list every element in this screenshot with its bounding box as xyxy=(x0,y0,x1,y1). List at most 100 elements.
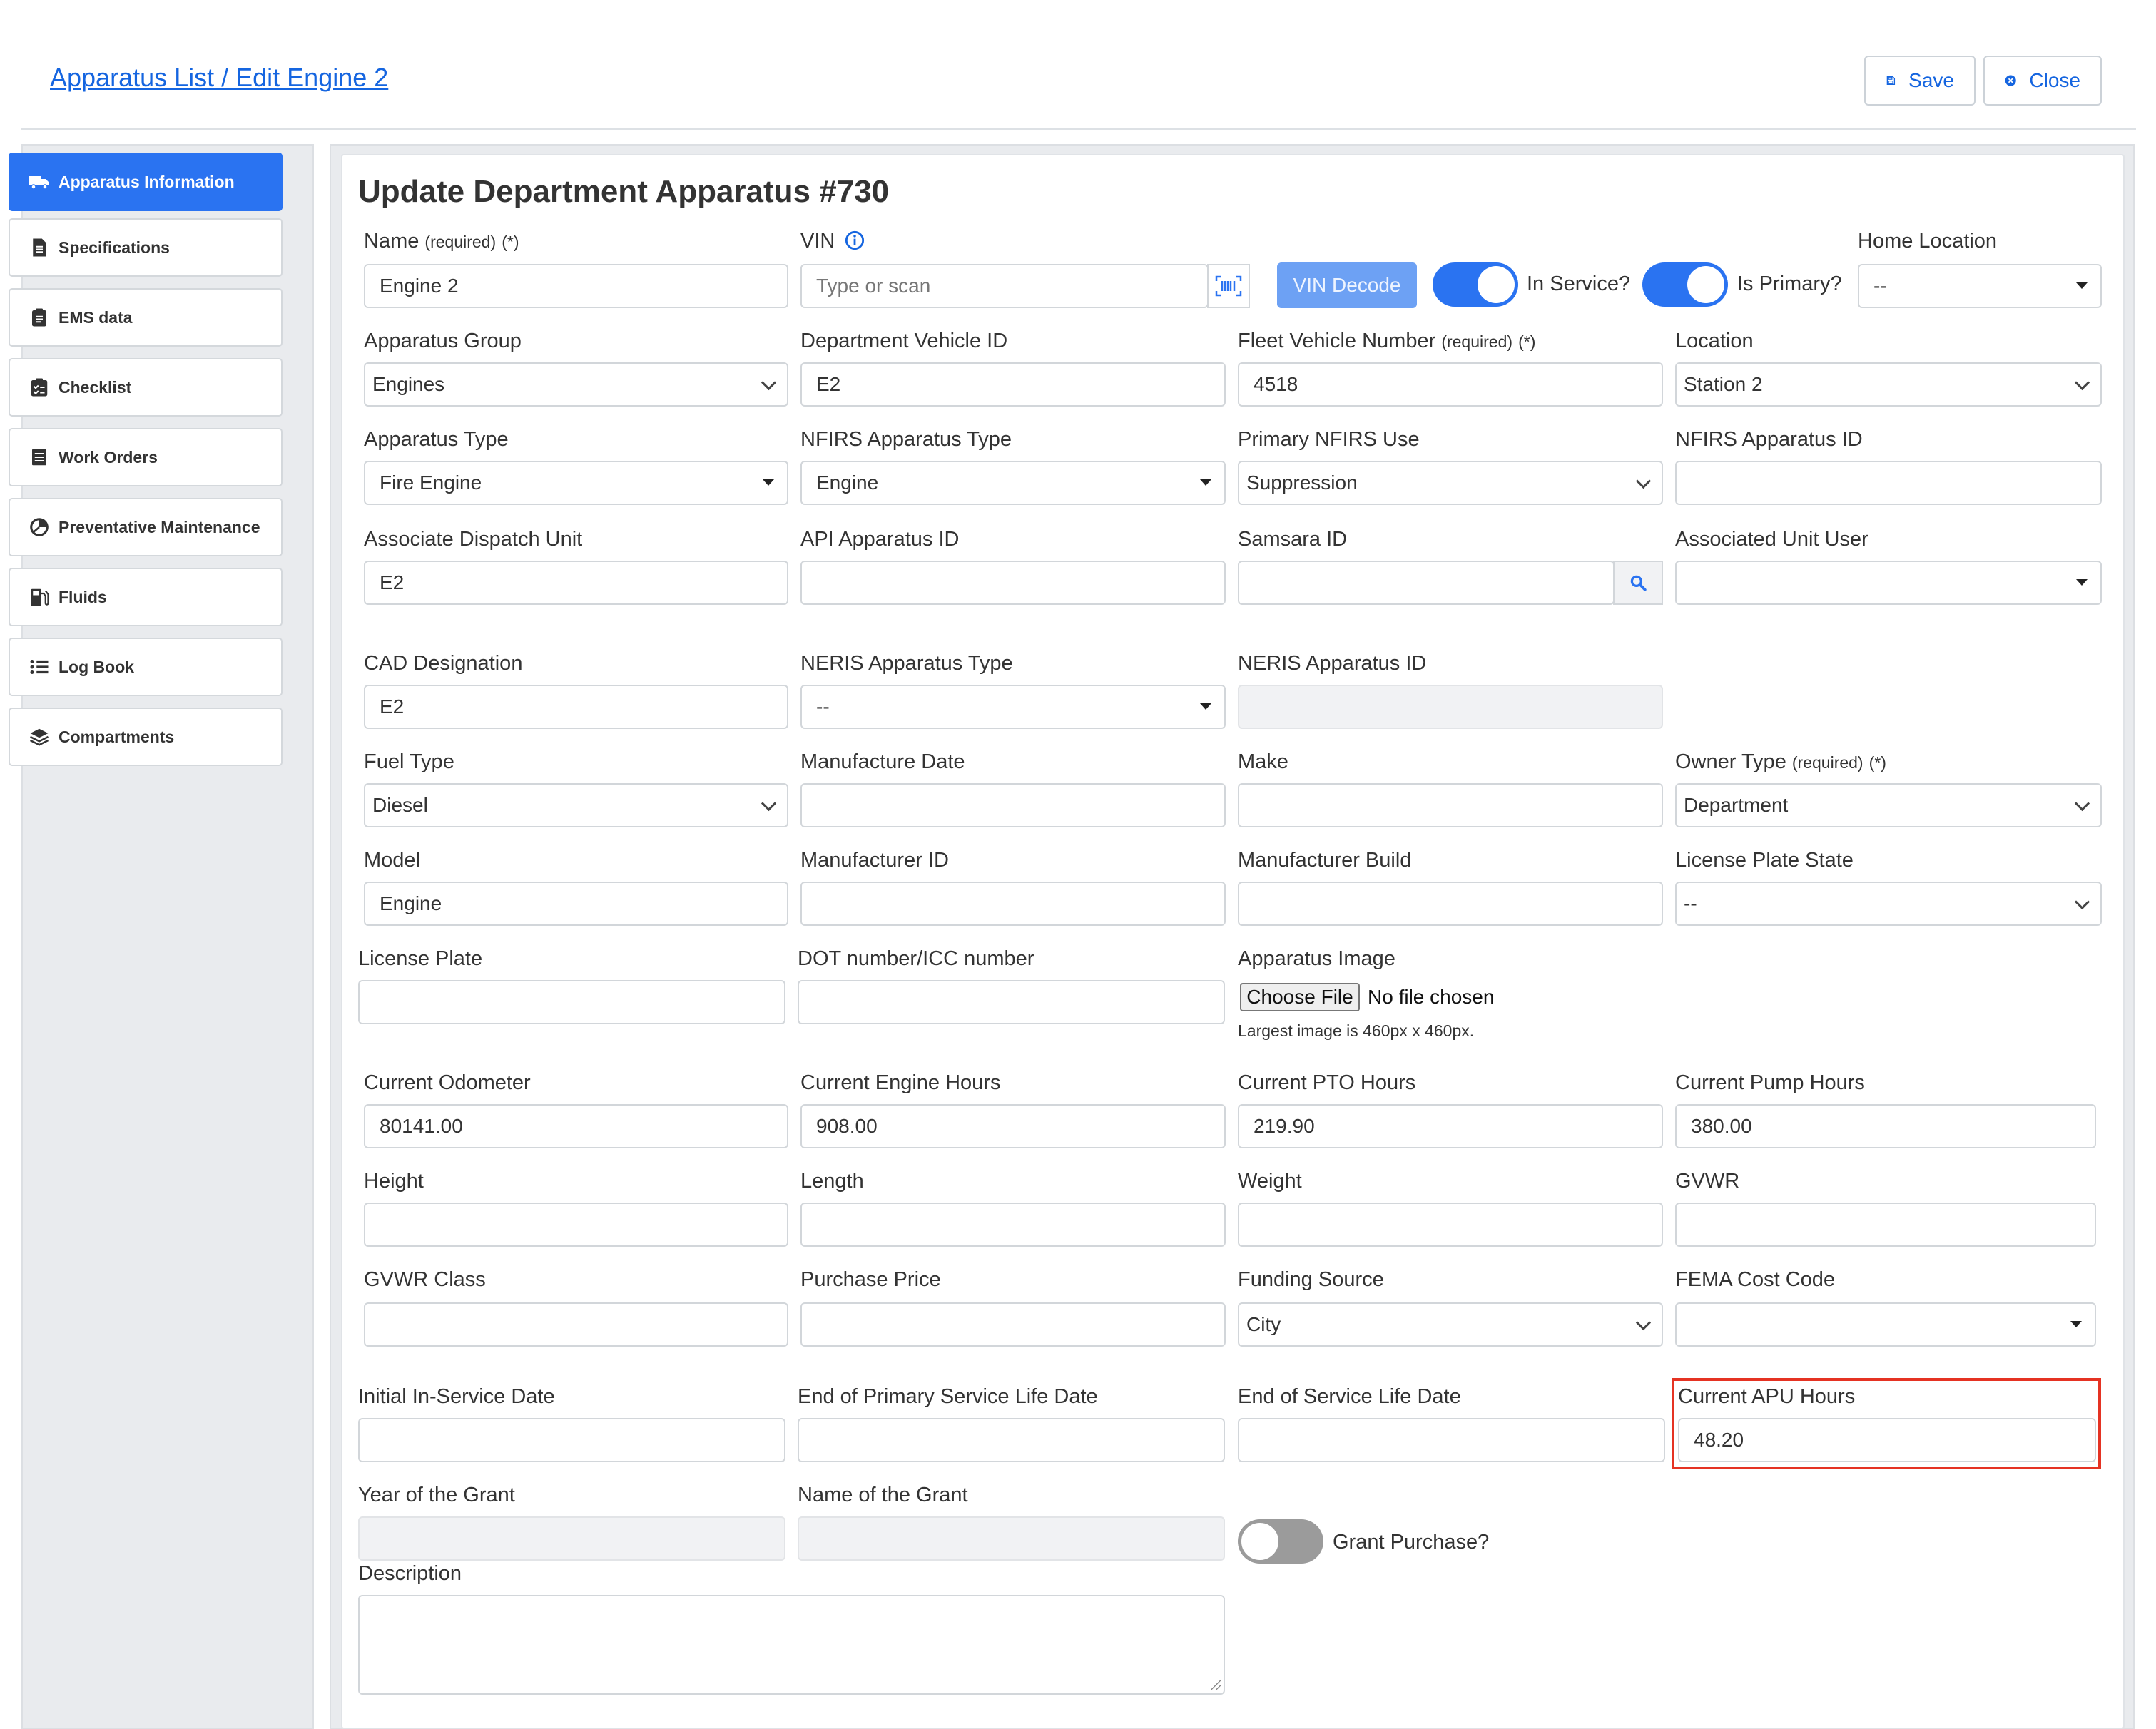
fema-cost-code-select[interactable] xyxy=(1675,1302,2096,1347)
current-pto-hours-input[interactable]: 219.90 xyxy=(1238,1104,1663,1148)
is-primary-toggle[interactable] xyxy=(1642,262,1728,307)
purchase-price-input[interactable] xyxy=(800,1302,1226,1347)
name-label: Name (required) (*) xyxy=(364,230,519,253)
current-apu-hours-input[interactable]: 48.20 xyxy=(1678,1418,2096,1462)
page-title: Update Department Apparatus #730 xyxy=(358,174,890,209)
gvwr-class-label: GVWR Class xyxy=(364,1268,486,1291)
make-input[interactable] xyxy=(1238,783,1663,827)
close-button[interactable]: Close xyxy=(1983,56,2102,106)
neris-apparatus-type-select[interactable]: -- xyxy=(800,685,1226,729)
caret-down-icon xyxy=(1200,479,1211,486)
chevron-down-icon xyxy=(2074,795,2090,812)
samsara-search-button[interactable] xyxy=(1613,561,1663,605)
sidebar-item-work-orders[interactable]: Work Orders xyxy=(9,428,283,486)
funding-source-select[interactable]: City xyxy=(1238,1302,1663,1347)
manufacture-date-input[interactable] xyxy=(800,783,1226,827)
owner-type-label: Owner Type (required) (*) xyxy=(1675,750,1886,773)
license-plate-input[interactable] xyxy=(358,980,785,1024)
description-textarea[interactable] xyxy=(358,1595,1225,1695)
save-button[interactable]: Save xyxy=(1864,56,1976,106)
end-primary-service-life-input[interactable] xyxy=(798,1418,1225,1462)
fema-cost-code-label: FEMA Cost Code xyxy=(1675,1268,1836,1291)
fleet-vehicle-number-input[interactable]: 4518 xyxy=(1238,362,1663,407)
current-odometer-input[interactable]: 80141.00 xyxy=(364,1104,788,1148)
neris-apparatus-type-label: NERIS Apparatus Type xyxy=(800,652,1013,675)
chevron-down-icon xyxy=(1635,1315,1652,1331)
length-input[interactable] xyxy=(800,1203,1226,1247)
dept-vehicle-id-label: Department Vehicle ID xyxy=(800,330,1008,352)
sidebar-item-specifications[interactable]: Specifications xyxy=(9,218,283,277)
grant-purchase-toggle[interactable] xyxy=(1238,1519,1323,1564)
license-plate-state-label: License Plate State xyxy=(1675,849,1854,872)
manufacturer-id-input[interactable] xyxy=(800,882,1226,926)
model-input[interactable]: Engine xyxy=(364,882,788,926)
truck-icon xyxy=(29,176,49,190)
sidebar-item-compartments[interactable]: Compartments xyxy=(9,708,283,766)
sidebar-item-apparatus-information[interactable]: Apparatus Information xyxy=(9,153,283,211)
sidebar-item-fluids[interactable]: Fluids xyxy=(9,568,283,626)
breadcrumb[interactable]: Apparatus List / Edit Engine 2 xyxy=(50,63,388,93)
sidebar-item-preventative-maintenance[interactable]: Preventative Maintenance xyxy=(9,498,283,556)
is-primary-label: Is Primary? xyxy=(1737,272,1842,295)
image-size-hint: Largest image is 460px x 460px. xyxy=(1238,1021,1475,1040)
primary-nfirs-use-select[interactable]: Suppression xyxy=(1238,461,1663,505)
associated-unit-user-select[interactable] xyxy=(1675,561,2102,605)
vin-decode-button[interactable]: VIN Decode xyxy=(1277,262,1417,308)
cad-designation-label: CAD Designation xyxy=(364,652,523,675)
description-label: Description xyxy=(358,1562,462,1585)
weight-input[interactable] xyxy=(1238,1203,1663,1247)
current-pto-hours-label: Current PTO Hours xyxy=(1238,1071,1416,1094)
sidebar-item-checklist[interactable]: Checklist xyxy=(9,358,283,417)
current-engine-hours-input[interactable]: 908.00 xyxy=(800,1104,1226,1148)
dept-vehicle-id-input[interactable]: E2 xyxy=(800,362,1226,407)
api-apparatus-id-input[interactable] xyxy=(800,561,1226,605)
fuel-pump-icon xyxy=(31,588,49,606)
gvwr-class-input[interactable] xyxy=(364,1302,788,1347)
info-icon[interactable] xyxy=(845,230,865,250)
model-label: Model xyxy=(364,849,420,872)
gvwr-input[interactable] xyxy=(1675,1203,2096,1247)
nfirs-apparatus-id-input[interactable] xyxy=(1675,461,2102,505)
funding-source-label: Funding Source xyxy=(1238,1268,1384,1291)
home-location-select[interactable]: -- xyxy=(1858,264,2102,308)
manufacturer-build-input[interactable] xyxy=(1238,882,1663,926)
sidebar-item-label: Specifications xyxy=(59,238,170,257)
apparatus-image-label: Apparatus Image xyxy=(1238,947,1395,970)
name-input[interactable]: Engine 2 xyxy=(364,264,788,308)
owner-type-select[interactable]: Department xyxy=(1675,783,2102,827)
apparatus-type-select[interactable]: Fire Engine xyxy=(364,461,788,505)
location-select[interactable]: Station 2 xyxy=(1675,362,2102,407)
initial-in-service-date-input[interactable] xyxy=(358,1418,785,1462)
cad-designation-input[interactable]: E2 xyxy=(364,685,788,729)
license-plate-state-select[interactable]: -- xyxy=(1675,882,2102,926)
sidebar-item-ems-data[interactable]: EMS data xyxy=(9,288,283,347)
nfirs-apparatus-id-label: NFIRS Apparatus ID xyxy=(1675,428,1863,451)
apparatus-type-label: Apparatus Type xyxy=(364,428,509,451)
dot-number-input[interactable] xyxy=(798,980,1225,1024)
dot-number-label: DOT number/ICC number xyxy=(798,947,1034,970)
sidebar-item-label: EMS data xyxy=(59,307,133,327)
in-service-toggle[interactable] xyxy=(1433,262,1518,307)
end-primary-service-life-label: End of Primary Service Life Date xyxy=(798,1385,1098,1408)
associate-dispatch-unit-input[interactable]: E2 xyxy=(364,561,788,605)
vin-input[interactable]: Type or scan xyxy=(800,264,1209,308)
sidebar-item-log-book[interactable]: Log Book xyxy=(9,638,283,696)
manufacture-date-label: Manufacture Date xyxy=(800,750,965,773)
chevron-down-icon xyxy=(761,374,777,391)
apparatus-group-label: Apparatus Group xyxy=(364,330,522,352)
barcode-scan-button[interactable] xyxy=(1207,264,1250,308)
fuel-type-select[interactable]: Diesel xyxy=(364,783,788,827)
resize-grip-icon[interactable] xyxy=(1211,1680,1221,1690)
current-pump-hours-input[interactable]: 380.00 xyxy=(1675,1104,2096,1148)
apparatus-group-select[interactable]: Engines xyxy=(364,362,788,407)
samsara-id-input[interactable] xyxy=(1238,561,1615,605)
height-input[interactable] xyxy=(364,1203,788,1247)
choose-file-button[interactable]: Choose File xyxy=(1240,983,1360,1011)
location-label: Location xyxy=(1675,330,1754,352)
license-plate-label: License Plate xyxy=(358,947,483,970)
nfirs-apparatus-type-select[interactable]: Engine xyxy=(800,461,1226,505)
document-icon xyxy=(33,238,46,257)
neris-apparatus-id-input xyxy=(1238,685,1663,729)
end-service-life-input[interactable] xyxy=(1238,1418,1665,1462)
current-engine-hours-label: Current Engine Hours xyxy=(800,1071,1001,1094)
